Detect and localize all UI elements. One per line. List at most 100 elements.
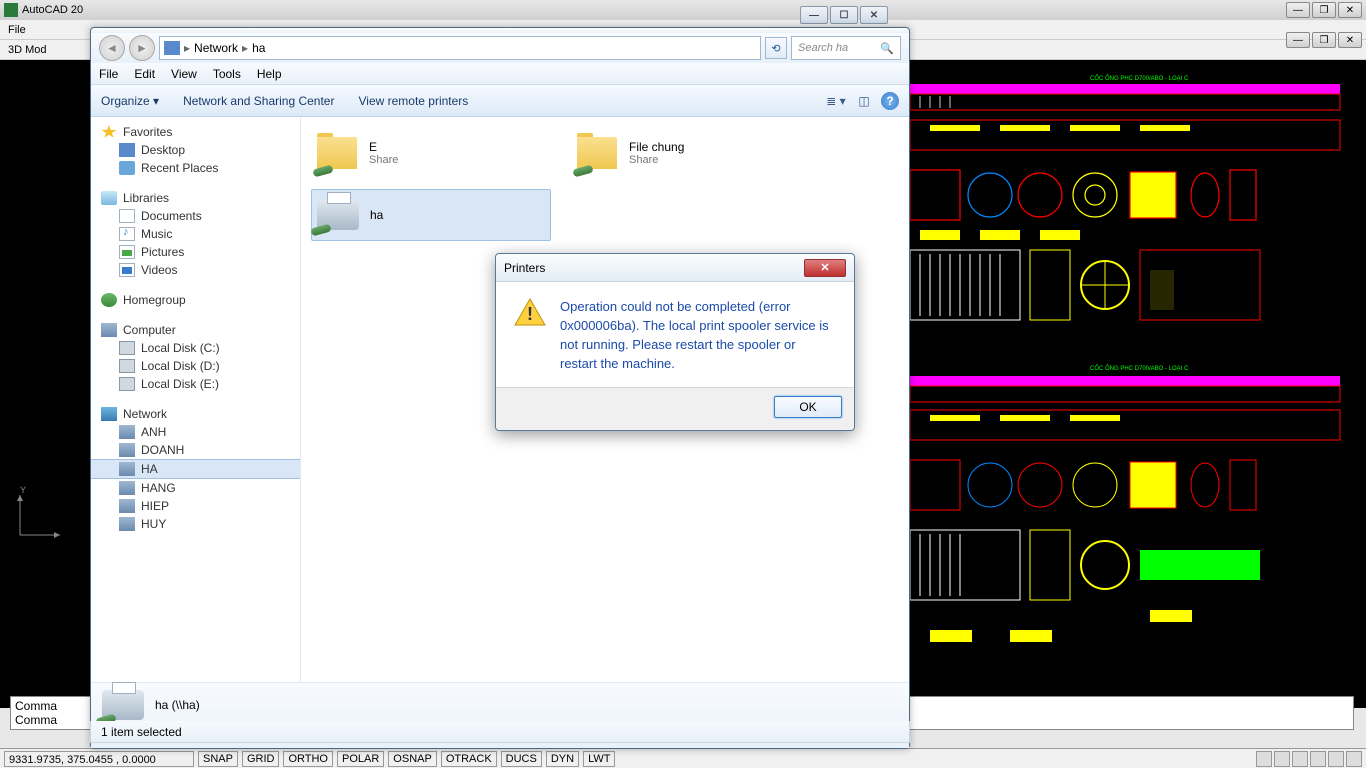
tree-net-anh[interactable]: ANH <box>91 423 300 441</box>
network-group[interactable]: Network <box>91 405 300 423</box>
star-icon <box>101 125 117 139</box>
forward-button[interactable]: ► <box>129 35 155 61</box>
osnap-toggle[interactable]: OSNAP <box>388 751 437 767</box>
svg-text:!: ! <box>527 304 533 324</box>
coordinates-display: 9331.9735, 375.0455 , 0.0000 <box>4 751 194 767</box>
polar-toggle[interactable]: POLAR <box>337 751 384 767</box>
ucs-icon: Y <box>10 485 70 548</box>
status-icon[interactable] <box>1310 751 1326 767</box>
dialog-message: Operation could not be completed (error … <box>560 298 836 373</box>
computer-icon <box>119 443 135 457</box>
computer-icon <box>119 425 135 439</box>
status-icon[interactable] <box>1328 751 1344 767</box>
libraries-group[interactable]: Libraries <box>91 189 300 207</box>
computer-group[interactable]: Computer <box>91 321 300 339</box>
tree-documents[interactable]: Documents <box>91 207 300 225</box>
file-menu[interactable]: File <box>8 24 26 36</box>
tree-net-hiep[interactable]: HIEP <box>91 497 300 515</box>
back-button[interactable]: ◄ <box>99 35 125 61</box>
tree-net-hang[interactable]: HANG <box>91 479 300 497</box>
explorer-navbar: ◄ ► ▸ Network ▸ ha ⟲ Search ha 🔍 <box>91 33 909 63</box>
tools-menu[interactable]: Tools <box>213 67 241 81</box>
tree-disk-e[interactable]: Local Disk (E:) <box>91 375 300 393</box>
svg-text:CỐC ỐNG PHC D700/ABO - LOẠI C: CỐC ỐNG PHC D700/ABO - LOẠI C <box>1090 365 1189 372</box>
status-icon[interactable] <box>1256 751 1272 767</box>
libraries-icon <box>101 191 117 205</box>
printer-icon <box>102 690 144 720</box>
share-folder-e[interactable]: EShare <box>311 127 551 179</box>
chevron-right-icon: ▸ <box>184 41 190 55</box>
breadcrumb-ha[interactable]: ha <box>252 41 265 55</box>
dialog-close-button[interactable]: ✕ <box>804 259 846 277</box>
otrack-toggle[interactable]: OTRACK <box>441 751 497 767</box>
workspace-dropdown[interactable]: 3D Mod <box>8 44 47 56</box>
homegroup-icon <box>101 293 117 307</box>
disk-icon <box>119 341 135 355</box>
tree-disk-c[interactable]: Local Disk (C:) <box>91 339 300 357</box>
refresh-button[interactable]: ⟲ <box>765 37 787 59</box>
computer-icon <box>119 517 135 531</box>
help-menu[interactable]: Help <box>257 67 282 81</box>
status-icon[interactable] <box>1292 751 1308 767</box>
tree-net-ha[interactable]: HA <box>91 459 300 479</box>
bg-min-button[interactable]: — <box>800 6 828 24</box>
disk-icon <box>119 377 135 391</box>
maximize-button[interactable]: ❐ <box>1312 2 1336 18</box>
view-remote-printers-link[interactable]: View remote printers <box>358 94 468 108</box>
search-input[interactable]: Search ha 🔍 <box>791 36 901 60</box>
pictures-icon <box>119 245 135 259</box>
bg-max-button[interactable]: ☐ <box>830 6 858 24</box>
doc-close-button[interactable]: ✕ <box>1338 32 1362 48</box>
ortho-toggle[interactable]: ORTHO <box>283 751 333 767</box>
view-menu[interactable]: View <box>171 67 197 81</box>
breadcrumb-network[interactable]: Network <box>194 41 238 55</box>
ducs-toggle[interactable]: DUCS <box>501 751 542 767</box>
printer-icon <box>317 200 359 230</box>
share-folder-file-chung[interactable]: File chungShare <box>571 127 811 179</box>
network-sharing-center-link[interactable]: Network and Sharing Center <box>183 94 334 108</box>
tree-recent-places[interactable]: Recent Places <box>91 159 300 177</box>
autocad-titlebar: AutoCAD 20 — ❐ ✕ <box>0 0 1366 20</box>
edit-menu[interactable]: Edit <box>134 67 155 81</box>
doc-restore-button[interactable]: ❐ <box>1312 32 1336 48</box>
ok-button[interactable]: OK <box>774 396 842 418</box>
details-pane: ha (\\ha) <box>91 682 909 726</box>
tree-net-doanh[interactable]: DOANH <box>91 441 300 459</box>
dyn-toggle[interactable]: DYN <box>546 751 579 767</box>
status-icon[interactable] <box>1274 751 1290 767</box>
computer-icon <box>119 481 135 495</box>
chevron-right-icon: ▸ <box>242 41 248 55</box>
address-bar[interactable]: ▸ Network ▸ ha <box>159 36 761 60</box>
view-options-button[interactable]: ≣ ▾ <box>825 91 847 111</box>
document-icon <box>119 209 135 223</box>
snap-toggle[interactable]: SNAP <box>198 751 238 767</box>
autocad-title-text: AutoCAD 20 <box>22 4 83 16</box>
printer-ha[interactable]: ha <box>311 189 551 241</box>
minimize-button[interactable]: — <box>1286 2 1310 18</box>
computer-icon <box>101 323 117 337</box>
tree-disk-d[interactable]: Local Disk (D:) <box>91 357 300 375</box>
status-icon[interactable] <box>1346 751 1362 767</box>
doc-minimize-button[interactable]: — <box>1286 32 1310 48</box>
homegroup[interactable]: Homegroup <box>91 291 300 309</box>
grid-toggle[interactable]: GRID <box>242 751 280 767</box>
dialog-titlebar[interactable]: Printers ✕ <box>496 254 854 282</box>
tree-desktop[interactable]: Desktop <box>91 141 300 159</box>
autocad-icon <box>4 3 18 17</box>
tree-music[interactable]: Music <box>91 225 300 243</box>
tree-videos[interactable]: Videos <box>91 261 300 279</box>
organize-button[interactable]: Organize ▾ <box>101 94 159 108</box>
lwt-toggle[interactable]: LWT <box>583 751 615 767</box>
file-menu[interactable]: File <box>99 67 118 81</box>
tree-pictures[interactable]: Pictures <box>91 243 300 261</box>
videos-icon <box>119 263 135 277</box>
tree-net-huy[interactable]: HUY <box>91 515 300 533</box>
navigation-pane[interactable]: Favorites Desktop Recent Places Librarie… <box>91 117 301 682</box>
explorer-statusbar-extra: 1 item selected <box>90 721 910 743</box>
preview-pane-button[interactable]: ◫ <box>853 91 875 111</box>
close-button[interactable]: ✕ <box>1338 2 1362 18</box>
help-button[interactable]: ? <box>881 92 899 110</box>
favorites-group[interactable]: Favorites <box>91 123 300 141</box>
search-placeholder: Search ha <box>798 42 848 54</box>
bg-close-button[interactable]: ✕ <box>860 6 888 24</box>
